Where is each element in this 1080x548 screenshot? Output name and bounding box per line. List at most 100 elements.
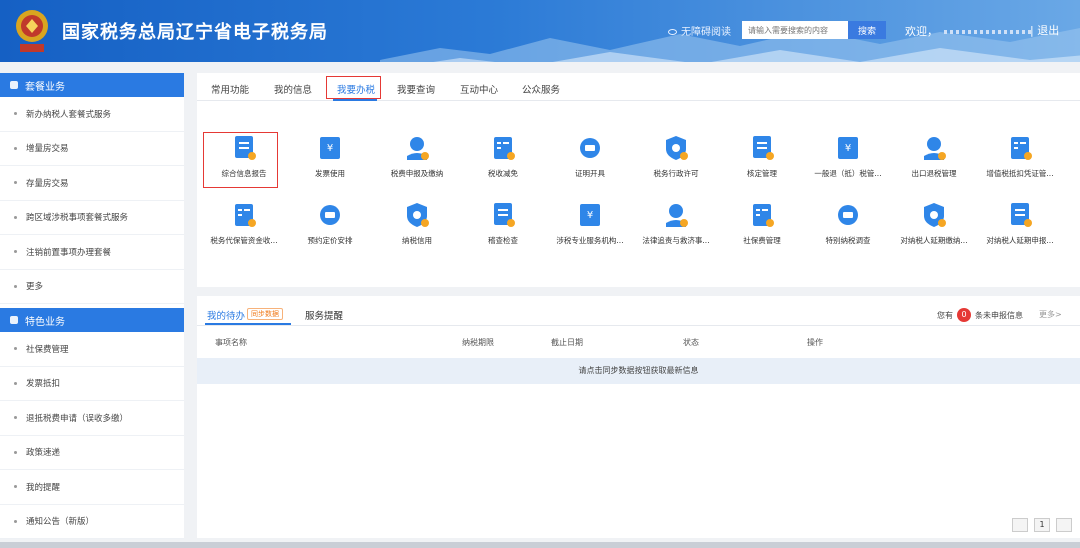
section-title: 特色业务 [25,316,65,328]
bullet-icon [14,181,17,185]
sync-data-button[interactable]: 同步数据 [247,308,283,320]
search-input[interactable] [742,21,848,39]
function-label: 对纳税人延期申报... [986,236,1054,245]
function-item[interactable]: 法律追责与救济事... [633,201,719,246]
package-icon [10,81,18,89]
sidebar-item[interactable]: 我的提醒 [0,470,184,505]
sidebar-section-packages[interactable]: 套餐业务 [0,73,184,97]
sidebar-item-label: 退抵税费申请（误收多缴） [26,413,129,424]
emblem-icon [16,10,48,52]
sidebar-item[interactable]: 更多 [0,270,184,304]
more-link[interactable]: 更多> [1039,309,1062,320]
function-label: 法律追责与救济事... [642,236,710,245]
column-header: 状态 [683,338,699,347]
table-header: 事项名称 纳税期限 截止日期 状态 操作 [197,330,1080,354]
welcome-label: 欢迎， [905,25,938,38]
page-number[interactable]: 1 [1034,518,1050,532]
sidebar-item[interactable]: 社保费管理 [0,332,184,367]
function-item[interactable]: 增值税抵扣凭证管... [977,134,1063,179]
sidebar-item[interactable]: 注销前置事项办理套餐 [0,235,184,270]
sidebar-item[interactable]: 通知公告（新版） [0,505,184,539]
prev-page-button[interactable] [1012,518,1028,532]
function-item[interactable]: 税费申报及缴纳 [374,134,460,179]
accessibility-label: 无障碍阅读 [681,27,731,38]
unreported-count-badge: 0 [957,308,971,322]
function-item[interactable]: 税收减免 [460,134,546,179]
refund-icon: ¥ [835,134,861,162]
function-item[interactable]: 特别纳税调查 [805,201,891,246]
deferred-payment-icon [921,201,947,229]
function-panel: 常用功能 我的信息 我要办税 我要查询 互动中心 公众服务 综合信息报告 ¥ 发票使… [197,73,1080,287]
function-item[interactable]: 税务代保管资金收... [201,201,287,246]
function-item[interactable]: 证明开具 [547,134,633,179]
certificate-icon [577,134,603,162]
agency-icon: ¥ [577,201,603,229]
custody-fund-icon [231,201,257,229]
tab-my-info[interactable]: 我的信息 [274,82,312,96]
sidebar-item[interactable]: 存量房交易 [0,166,184,201]
function-label: 发票使用 [315,169,345,178]
sidebar-item[interactable]: 退抵税费申请（误收多缴） [0,401,184,436]
empty-message: 请点击同步数据按钮获取最新信息 [197,358,1080,384]
tab-service-reminder[interactable]: 服务提醒 [305,308,343,322]
logout-link[interactable]: | 退出 [1030,22,1059,38]
sidebar-item[interactable]: 政策速递 [0,436,184,470]
divider [197,325,1080,326]
tab-query[interactable]: 我要查询 [397,82,435,96]
sidebar-item[interactable]: 增量房交易 [0,132,184,166]
column-header: 操作 [807,338,823,347]
function-item[interactable]: 出口退税管理 [891,134,977,179]
function-label: 核定管理 [747,169,777,178]
function-label: 证明开具 [575,169,605,178]
function-label: 税务行政许可 [653,169,699,178]
tab-public-service[interactable]: 公众服务 [522,82,560,96]
sidebar-item[interactable]: 新办纳税人套餐式服务 [0,97,184,132]
next-page-button[interactable] [1056,518,1072,532]
tab-interaction[interactable]: 互动中心 [460,82,498,96]
assessment-icon [749,134,775,162]
bullet-icon [14,519,17,523]
legal-icon [663,201,689,229]
function-item[interactable]: ¥ 一般退（抵）税管... [805,134,891,179]
search-button[interactable]: 搜索 [848,21,886,39]
sidebar-item-label: 通知公告（新版） [26,517,95,528]
bullet-icon [14,112,17,116]
bullet-icon [14,215,17,219]
function-item[interactable]: 对纳税人延期缴纳... [891,201,977,246]
column-header: 纳税期限 [462,338,494,347]
function-item[interactable]: 稽查检查 [460,201,546,246]
accessibility-link[interactable]: 无障碍阅读 [668,23,731,38]
function-label: 出口退税管理 [911,169,957,178]
sidebar-item-label: 更多 [26,282,44,293]
function-item[interactable]: 综合信息报告 [201,134,287,179]
function-item[interactable]: 核定管理 [719,134,805,179]
function-item[interactable]: 预约定价安排 [287,201,373,246]
todo-panel: 我的待办 同步数据 服务提醒 您有 0 条未申报信息 更多> 事项名称 纳税期限… [197,296,1080,538]
taskbar-strip [0,542,1080,548]
tax-payment-icon [404,134,430,162]
report-icon [231,134,257,162]
unreported-info[interactable]: 您有 0 条未申报信息 [937,308,1023,322]
sidebar-item-label: 注销前置事项办理套餐 [26,247,112,258]
tab-common[interactable]: 常用功能 [211,82,249,96]
sidebar-section-featured[interactable]: 特色业务 [0,308,184,332]
sidebar-item-label: 存量房交易 [26,178,69,189]
unreported-prefix: 您有 [937,310,953,320]
grid-icon [10,316,18,324]
pricing-icon [317,201,343,229]
function-item[interactable]: ¥ 涉税专业服务机构... [547,201,633,246]
sidebar-item[interactable]: 发票抵扣 [0,367,184,401]
sidebar-item[interactable]: 跨区域涉税事项套餐式服务 [0,201,184,235]
unreported-suffix: 条未申报信息 [975,310,1023,320]
bullet-icon [14,347,17,351]
function-item[interactable]: 纳税信用 [374,201,460,246]
function-item[interactable]: 社保费管理 [719,201,805,246]
sidebar-item-label: 新办纳税人套餐式服务 [26,109,112,120]
sidebar: 套餐业务 新办纳税人套餐式服务 增量房交易 存量房交易 跨区域涉税事项套餐式服务… [0,73,184,539]
credit-icon [404,201,430,229]
bullet-icon [14,146,17,150]
function-item[interactable]: 税务行政许可 [633,134,719,179]
function-item[interactable]: ¥ 发票使用 [287,134,373,179]
function-item[interactable]: 对纳税人延期申报... [977,201,1063,246]
tab-my-todo[interactable]: 我的待办 [207,308,245,322]
